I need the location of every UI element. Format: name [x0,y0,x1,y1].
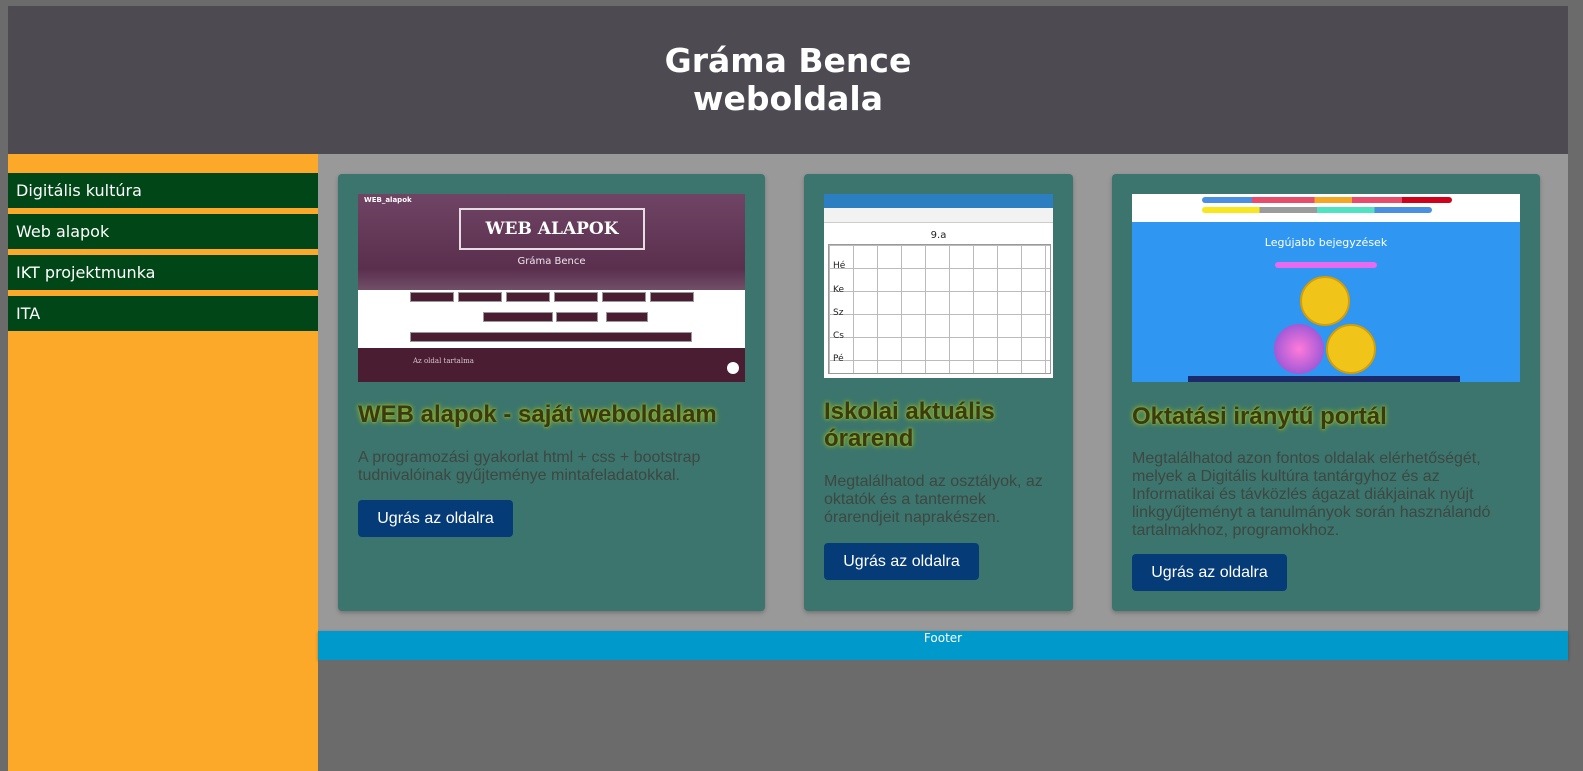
thumb-day-label: Ke [833,285,844,295]
site-footer: Footer [318,631,1568,660]
sidebar: Digitális kultúra Web alapok IKT projekt… [8,154,318,771]
goto-page-button[interactable]: Ugrás az oldalra [358,500,513,537]
thumb-app-bar [824,194,1053,208]
thumb-timetable-grid: Hé Ke Sz Cs Pé [828,244,1051,374]
card-oktatasi-iranytu: Legújabb bejegyzések Oktatási iránytű po… [1112,174,1540,611]
thumb-nav-chip [554,292,598,302]
thumb-link-chips [1202,197,1452,203]
card-title: Oktatási iránytű portál [1132,403,1387,430]
badge-icon [1326,324,1376,374]
card-thumbnail-iranytu[interactable]: Legújabb bejegyzések [1132,194,1520,382]
main-content: WEB_alapok WEB ALAPOK Gráma Bence Az old… [318,154,1568,631]
card-thumbnail-web-alapok[interactable]: WEB_alapok WEB ALAPOK Gráma Bence Az old… [358,194,745,382]
thumb-day-label: Hé [833,261,846,271]
sidebar-item-ita[interactable]: ITA [8,296,318,331]
edit-icon [727,362,739,374]
thumb-pill [1275,262,1377,268]
card-title: WEB alapok - saját weboldalam [358,401,717,428]
card-title: Iskolai aktuális órarend [824,398,995,452]
thumb-day-label: Sz [833,308,844,318]
sidebar-item-ikt-projektmunka[interactable]: IKT projektmunka [8,255,318,290]
thumb-nav-chip [602,292,646,302]
thumb-nav-chip [506,292,550,302]
card-thumbnail-orarend[interactable]: 9.a Hé Ke Sz Cs Pé [824,194,1053,378]
site-header: Gráma Bence weboldala [8,6,1568,154]
thumb-nav-chip [410,292,454,302]
page-background [318,660,1568,771]
thumb-nav-bar [410,332,692,342]
goto-page-button[interactable]: Ugrás az oldalra [1132,554,1287,591]
badge-icon [1300,276,1350,326]
thumb-nav-chip [606,312,648,322]
thumb-nav-chip [650,292,694,302]
thumb-tab-strip [824,208,1053,223]
sidebar-item-digitalis-kultura[interactable]: Digitális kultúra [8,173,318,208]
sidebar-item-web-alapok[interactable]: Web alapok [8,214,318,249]
thumb-footer-text: Az oldal tartalma [413,357,474,365]
site-title-line1: Gráma Bence [664,41,912,80]
thumb-heading: WEB ALAPOK [459,208,645,250]
thumb-class-label: 9.a [930,230,947,241]
site-title: Gráma Bence weboldala [665,42,912,118]
thumb-banner-edge [1188,376,1460,382]
goto-page-button[interactable]: Ugrás az oldalra [824,543,979,580]
thumb-tag: WEB_alapok [364,196,412,204]
thumb-nav-chip [483,312,553,322]
thumb-link-chips [1202,207,1432,213]
thumb-nav-area [358,290,745,348]
thumb-day-label: Pé [833,354,844,364]
thumb-heading: Legújabb bejegyzések [1264,236,1388,249]
card-orarend: 9.a Hé Ke Sz Cs Pé Iskolai aktuális órar… [804,174,1073,611]
card-description: Megtalálhatod azon fontos oldalak elérhe… [1132,450,1491,539]
thumb-subtitle: Gráma Bence [517,256,586,267]
footer-text: Footer [923,631,963,645]
thumb-nav-chip [556,312,598,322]
thumb-nav-chip [458,292,502,302]
card-description: A programozási gyakorlat html + css + bo… [358,449,701,484]
site-title-line2: weboldala [693,79,883,118]
thumb-footer: Az oldal tartalma [358,348,745,382]
card-web-alapok: WEB_alapok WEB ALAPOK Gráma Bence Az old… [338,174,765,611]
thumb-day-label: Cs [833,331,844,341]
page-frame: Gráma Bence weboldala Digitális kultúra … [8,6,1568,771]
badge-icon [1274,324,1324,374]
thumb-link-strip [1132,194,1520,222]
card-description: Megtalálhatod az osztályok, az oktatók é… [824,473,1043,526]
